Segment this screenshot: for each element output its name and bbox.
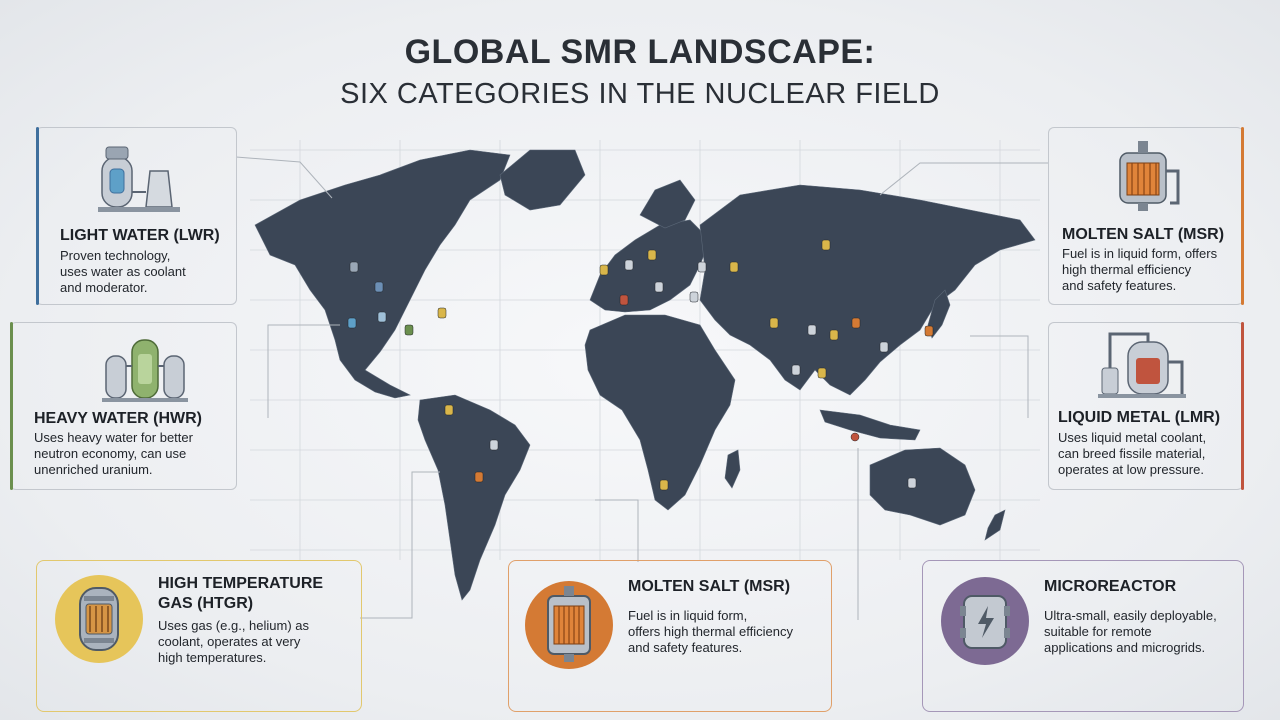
hwr-desc-line1: Uses heavy water for better [34, 430, 193, 445]
msr-top-desc-line1: Fuel is in liquid form, offers [1062, 246, 1218, 261]
liquid-metal-reactor-icon [1098, 332, 1186, 398]
msr-bottom-title: MOLTEN SALT (MSR) [628, 578, 791, 595]
lmr-desc-line1: Uses liquid metal coolant, [1058, 430, 1207, 445]
greenland [499, 149, 586, 211]
card-lwr: LIGHT WATER (LWR) Proven technology, use… [36, 127, 237, 305]
reactor-cooling-tower-icon [98, 146, 180, 212]
australia [869, 447, 976, 526]
lmr-desc-line2: can breed fissile material, [1058, 446, 1206, 461]
hwr-title: HEAVY WATER (HWR) [34, 410, 202, 427]
htgr-desc-line2: coolant, operates at very [158, 634, 301, 649]
lmr-title: LIQUID METAL (LMR) [1058, 409, 1221, 426]
lwr-desc-line1: Proven technology, [60, 248, 171, 263]
micro-desc-line1: Ultra-small, easily deployable, [1044, 608, 1217, 623]
htgr-title-line1: HIGH TEMPERATURE [158, 575, 324, 592]
msr-top-title: MOLTEN SALT (MSR) [1062, 226, 1225, 243]
heavy-water-reactor-icon [102, 339, 188, 402]
molten-salt-reactor-icon [525, 581, 613, 669]
lmr-desc-line3: operates at low pressure. [1058, 462, 1204, 477]
card-msr-top: MOLTEN SALT (MSR) Fuel is in liquid form… [1048, 127, 1244, 305]
microreactor-battery-icon [941, 577, 1029, 665]
gas-reactor-icon [55, 575, 143, 663]
asia [699, 184, 1036, 396]
msr-top-desc-line2: high thermal efficiency [1062, 262, 1192, 277]
madagascar [724, 449, 741, 489]
hwr-desc-line2: neutron economy, can use [34, 446, 187, 461]
molten-salt-vessel-icon [1119, 141, 1180, 211]
card-hwr: HEAVY WATER (HWR) Uses heavy water for b… [10, 322, 237, 490]
north-america [254, 149, 511, 399]
card-htgr: HIGH TEMPERATURE GAS (HTGR) Uses gas (e.… [36, 560, 362, 712]
htgr-desc-line1: Uses gas (e.g., helium) as [158, 618, 310, 633]
card-microreactor: MICROREACTOR Ultra-small, easily deploya… [922, 560, 1244, 712]
htgr-title-line2: GAS (HTGR) [158, 595, 254, 612]
hwr-desc-line3: unenriched uranium. [34, 462, 153, 477]
lwr-title: LIGHT WATER (LWR) [60, 227, 220, 244]
indonesia [819, 409, 921, 441]
new-zealand [984, 509, 1006, 541]
micro-desc-line2: suitable for remote [1044, 624, 1152, 639]
card-lmr: LIQUID METAL (LMR) Uses liquid metal coo… [1048, 322, 1244, 490]
micro-title: MICROREACTOR [1044, 578, 1177, 595]
card-msr-bottom: MOLTEN SALT (MSR) Fuel is in liquid form… [508, 560, 832, 712]
lwr-desc-line2: uses water as coolant [60, 264, 186, 279]
msr-top-desc-line3: and safety features. [1062, 278, 1177, 293]
htgr-desc-line3: high temperatures. [158, 650, 267, 665]
lwr-desc-line3: and moderator. [60, 280, 148, 295]
msr-bottom-desc-line3: and safety features. [628, 640, 743, 655]
msr-bottom-desc-line1: Fuel is in liquid form, [628, 608, 748, 623]
micro-desc-line3: applications and microgrids. [1044, 640, 1206, 655]
msr-bottom-desc-line2: offers high thermal efficiency [628, 624, 793, 639]
